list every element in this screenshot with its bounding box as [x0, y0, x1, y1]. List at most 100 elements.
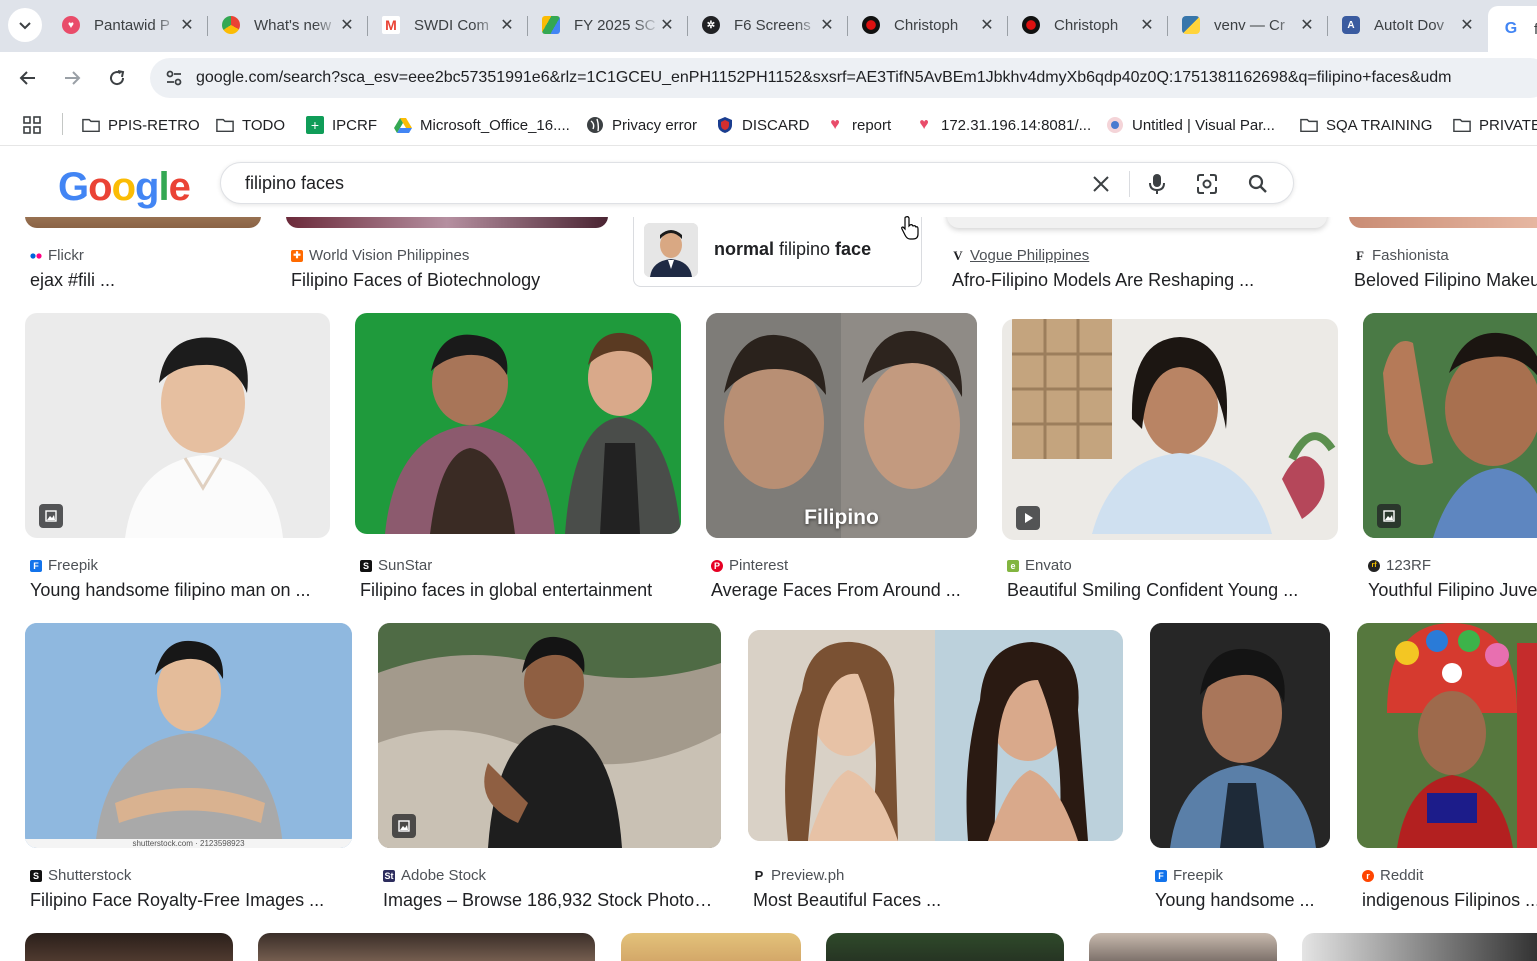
image-result[interactable]: [826, 933, 1064, 961]
result-source[interactable]: Flickr: [30, 247, 84, 264]
result-title[interactable]: Filipino Face Royalty-Free Images ...: [30, 890, 350, 911]
image-result[interactable]: [621, 933, 801, 961]
result-source[interactable]: V Vogue Philippines: [952, 247, 1089, 264]
result-title[interactable]: Youthful Filipino Juvenile ...: [1368, 580, 1537, 601]
result-image[interactable]: [826, 933, 1064, 961]
close-icon[interactable]: ✕: [656, 14, 678, 36]
voice-search-button[interactable]: [1144, 171, 1170, 197]
result-image[interactable]: Filipino: [706, 313, 977, 538]
tab-search-button[interactable]: [8, 8, 42, 42]
result-image[interactable]: [25, 313, 330, 538]
result-image[interactable]: [286, 217, 608, 228]
image-result[interactable]: [1089, 933, 1277, 961]
result-image[interactable]: [355, 313, 681, 534]
tab-fy2025[interactable]: FY 2025 SC ✕: [528, 6, 686, 44]
close-icon[interactable]: ✕: [1296, 14, 1318, 36]
google-logo[interactable]: Google: [58, 165, 191, 210]
bookmark-ipcrf[interactable]: + IPCRF: [306, 114, 377, 136]
close-icon[interactable]: ✕: [1456, 14, 1478, 36]
result-source[interactable]: P Preview.ph: [753, 867, 845, 884]
tab-swdi[interactable]: M SWDI Com ✕: [368, 6, 526, 44]
address-bar[interactable]: google.com/search?sca_esv=eee2bc57351991…: [150, 58, 1537, 98]
bookmark-privacy-error[interactable]: Privacy error: [586, 114, 697, 136]
image-result[interactable]: Flickr ejax #fili ...: [25, 217, 261, 290]
result-source[interactable]: F Fashionista: [1354, 247, 1449, 264]
bookmark-ppis-retro[interactable]: PPIS-RETRO: [82, 114, 200, 136]
result-image[interactable]: [621, 933, 801, 961]
bookmark-todo[interactable]: TODO: [216, 114, 285, 136]
result-source[interactable]: S Shutterstock: [30, 867, 131, 884]
tab-whats-new[interactable]: What's new ✕: [208, 6, 366, 44]
search-input[interactable]: [245, 171, 1065, 195]
result-title[interactable]: Beautiful Smiling Confident Young ...: [1007, 580, 1337, 601]
result-image[interactable]: [25, 217, 261, 228]
image-result[interactable]: V Vogue Philippines Afro-Filipino Models …: [947, 217, 1327, 290]
image-result[interactable]: r Reddit indigenous Filipinos ...: [1357, 623, 1537, 913]
image-result[interactable]: rf 123RF Youthful Filipino Juvenile ...: [1363, 313, 1537, 603]
forward-button[interactable]: [56, 62, 88, 94]
result-source[interactable]: St Adobe Stock: [383, 867, 486, 884]
tab-google-active[interactable]: G fi: [1488, 6, 1537, 52]
back-button[interactable]: [12, 62, 44, 94]
close-icon[interactable]: ✕: [816, 14, 838, 36]
result-image[interactable]: [378, 623, 721, 848]
result-title[interactable]: Beloved Filipino Makeup ...: [1354, 270, 1537, 291]
result-image[interactable]: [1363, 313, 1537, 538]
result-title[interactable]: Afro-Filipino Models Are Reshaping ...: [952, 270, 1327, 291]
tab-autoit[interactable]: A AutoIt Dov ✕: [1328, 6, 1486, 44]
result-source[interactable]: r Reddit: [1362, 867, 1423, 884]
result-image[interactable]: shutterstock.com · 2123598923: [25, 623, 352, 848]
image-result[interactable]: St Adobe Stock Images – Browse 186,932 St…: [378, 623, 721, 913]
result-source[interactable]: e Envato: [1007, 557, 1072, 574]
close-icon[interactable]: ✕: [976, 14, 998, 36]
bookmark-private[interactable]: PRIVATE: [1453, 114, 1537, 136]
clear-search-button[interactable]: [1088, 171, 1114, 197]
bookmark-ip-address[interactable]: ♥ 172.31.196.14:8081/...: [915, 114, 1091, 136]
image-result[interactable]: e Envato Beautiful Smiling Confident Youn…: [1002, 313, 1338, 603]
related-search-suggestion[interactable]: normal filipino face: [633, 217, 922, 287]
result-image[interactable]: [258, 933, 595, 961]
bookmark-discard[interactable]: DISCARD: [716, 114, 810, 136]
result-title[interactable]: Images – Browse 186,932 Stock Photos ...: [383, 890, 719, 911]
result-title[interactable]: Young handsome filipino man on ...: [30, 580, 325, 601]
tab-christoph-1[interactable]: Christoph ✕: [848, 6, 1006, 44]
image-result[interactable]: Filipino P Pinterest Average Faces From A…: [706, 313, 977, 603]
result-title[interactable]: indigenous Filipinos ...: [1362, 890, 1537, 911]
tab-f6-screens[interactable]: ✲ F6 Screens ✕: [688, 6, 846, 44]
result-image[interactable]: [947, 217, 1327, 228]
image-result[interactable]: F Freepik Young handsome ...: [1150, 623, 1330, 913]
close-icon[interactable]: ✕: [176, 14, 198, 36]
image-result[interactable]: ✚ World Vision Philippines Filipino Faces…: [286, 217, 608, 290]
bookmark-sqa-training[interactable]: SQA TRAINING: [1300, 114, 1432, 136]
result-source[interactable]: F Freepik: [30, 557, 98, 574]
site-info-icon[interactable]: [164, 68, 184, 88]
result-title[interactable]: Young handsome ...: [1155, 890, 1331, 911]
result-source[interactable]: ✚ World Vision Philippines: [291, 247, 469, 264]
image-result[interactable]: F Freepik Young handsome filipino man on …: [25, 313, 330, 603]
image-result[interactable]: [258, 933, 595, 961]
result-title[interactable]: ejax #fili ...: [30, 270, 260, 291]
tab-venv[interactable]: venv — Cr ✕: [1168, 6, 1326, 44]
tab-christoph-2[interactable]: Christoph ✕: [1008, 6, 1166, 44]
result-source[interactable]: S SunStar: [360, 557, 432, 574]
result-image[interactable]: [1089, 933, 1277, 961]
bookmark-visual-paradigm[interactable]: Untitled | Visual Par...: [1106, 114, 1275, 136]
apps-button[interactable]: [22, 114, 42, 136]
image-result[interactable]: P Preview.ph Most Beautiful Faces ...: [748, 623, 1123, 913]
result-source[interactable]: rf 123RF: [1368, 557, 1431, 574]
image-result[interactable]: [25, 933, 233, 961]
image-result[interactable]: F Fashionista Beloved Filipino Makeup ...: [1349, 217, 1537, 290]
result-title[interactable]: Average Faces From Around ...: [711, 580, 973, 601]
result-source[interactable]: F Freepik: [1155, 867, 1223, 884]
close-icon[interactable]: ✕: [1136, 14, 1158, 36]
result-source[interactable]: P Pinterest: [711, 557, 788, 574]
close-icon[interactable]: ✕: [336, 14, 358, 36]
result-image[interactable]: [1002, 319, 1338, 540]
lens-search-button[interactable]: [1194, 171, 1220, 197]
image-result[interactable]: S SunStar Filipino faces in global entert…: [355, 313, 681, 603]
result-title[interactable]: Most Beautiful Faces ...: [753, 890, 1123, 911]
search-button[interactable]: [1245, 171, 1271, 197]
result-title[interactable]: Filipino faces in global entertainment: [360, 580, 680, 601]
result-image[interactable]: [1150, 623, 1330, 848]
result-image[interactable]: [748, 630, 1123, 841]
